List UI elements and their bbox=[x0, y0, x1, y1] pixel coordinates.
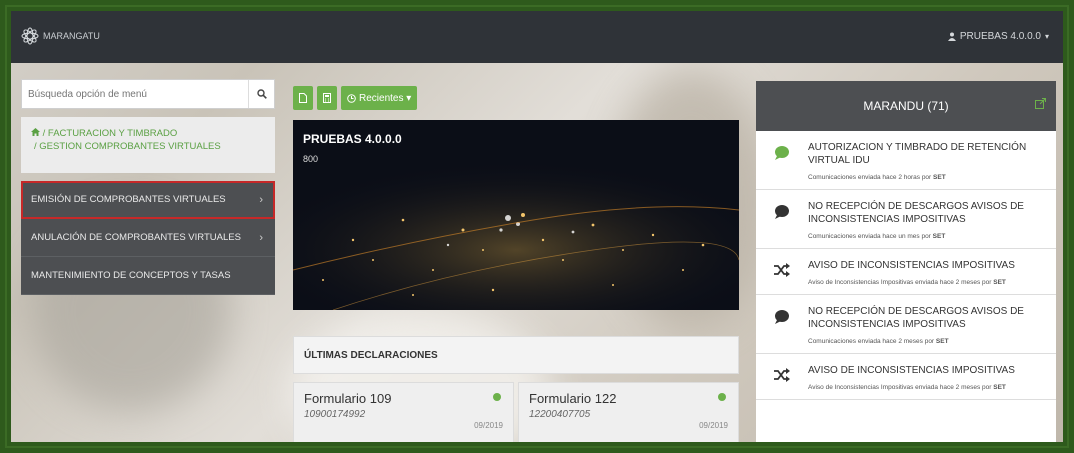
card-date: 09/2019 bbox=[699, 421, 728, 430]
notification-sender: SET bbox=[932, 233, 946, 240]
shuffle-icon bbox=[756, 249, 808, 294]
notification-title: AUTORIZACION Y TIMBRADO DE RETENCIÓN VIR… bbox=[808, 142, 1027, 166]
notification-item[interactable]: AVISO DE INCONSISTENCIAS IMPOSITIVAS Avi… bbox=[756, 249, 1056, 295]
menu-search bbox=[21, 79, 275, 109]
notification-meta: Aviso de Inconsistencias Impositivas env… bbox=[808, 279, 1050, 286]
notification-title: AVISO DE INCONSISTENCIAS IMPOSITIVAS bbox=[808, 260, 1015, 271]
menu-item-label: EMISIÓN DE COMPROBANTES VIRTUALES bbox=[31, 194, 226, 205]
city-lights-image bbox=[293, 120, 739, 310]
menu-item-emision[interactable]: EMISIÓN DE COMPROBANTES VIRTUALES › bbox=[21, 181, 275, 219]
notification-sender: SET bbox=[933, 174, 946, 181]
top-navbar: MARANGATU PRUEBAS 4.0.0.0 ▾ bbox=[11, 11, 1063, 63]
card-title: Formulario 122 bbox=[529, 391, 617, 406]
chat-bubble-icon bbox=[756, 295, 808, 353]
recientes-dropdown[interactable]: Recientes ▾ bbox=[341, 86, 418, 110]
notification-meta: Aviso de Inconsistencias Impositivas env… bbox=[808, 384, 1050, 391]
declaraciones-cards: Formulario 109 10900174992 09/2019 Formu… bbox=[293, 382, 739, 442]
breadcrumb-link-facturacion[interactable]: / FACTURACION Y TIMBRADO bbox=[43, 128, 178, 139]
file-icon bbox=[299, 93, 307, 103]
user-menu[interactable]: PRUEBAS 4.0.0.0 ▾ bbox=[947, 31, 1049, 42]
city-banner-image: PRUEBAS 4.0.0.0 800 bbox=[293, 120, 739, 310]
notification-sub: Comunicaciones enviada hace 2 meses por bbox=[808, 338, 935, 345]
banner-title: PRUEBAS 4.0.0.0 bbox=[303, 132, 402, 146]
card-number: 10900174992 bbox=[304, 409, 366, 420]
search-icon bbox=[256, 89, 267, 99]
search-button[interactable] bbox=[248, 80, 274, 108]
chevron-down-icon: ▾ bbox=[1044, 32, 1049, 41]
ultimas-declaraciones-header: ÚLTIMAS DECLARACIONES bbox=[293, 336, 739, 374]
notification-item[interactable]: AVISO DE INCONSISTENCIAS IMPOSITIVAS Avi… bbox=[756, 354, 1056, 400]
brand-logo-icon bbox=[21, 27, 39, 45]
toolbar: Recientes ▾ bbox=[293, 86, 739, 110]
clock-icon bbox=[347, 93, 356, 103]
notification-title: NO RECEPCIÓN DE DESCARGOS AVISOS DE INCO… bbox=[808, 201, 1024, 225]
banner-subtitle: 800 bbox=[303, 154, 319, 164]
chevron-right-icon: › bbox=[259, 193, 263, 206]
calculator-button[interactable] bbox=[317, 86, 337, 110]
marandu-title: MARANDU (71) bbox=[863, 99, 949, 113]
new-document-button[interactable] bbox=[293, 86, 313, 110]
menu-item-anulacion[interactable]: ANULACIÓN DE COMPROBANTES VIRTUALES › bbox=[21, 219, 275, 257]
card-title: Formulario 109 bbox=[304, 391, 392, 406]
notification-sub: Aviso de Inconsistencias Impositivas env… bbox=[808, 279, 992, 286]
notification-sub: Aviso de Inconsistencias Impositivas env… bbox=[808, 384, 992, 391]
breadcrumb-line-1: / FACTURACION Y TIMBRADO bbox=[31, 127, 265, 140]
marandu-panel: MARANDU (71) AUTORIZACION Y TIMBRADO DE … bbox=[756, 81, 1056, 442]
chevron-right-icon: › bbox=[259, 231, 263, 244]
marandu-header: MARANDU (71) bbox=[756, 81, 1056, 131]
menu-item-label: ANULACIÓN DE COMPROBANTES VIRTUALES bbox=[31, 232, 241, 243]
notification-sub: Comunicaciones enviada hace un mes por bbox=[808, 233, 931, 240]
notification-item[interactable]: NO RECEPCIÓN DE DESCARGOS AVISOS DE INCO… bbox=[756, 295, 1056, 354]
menu-item-label: MANTENIMIENTO DE CONCEPTOS Y TASAS bbox=[31, 270, 231, 281]
screen: MARANGATU PRUEBAS 4.0.0.0 ▾ / FACTURACIO… bbox=[11, 11, 1063, 442]
menu-item-mantenimiento[interactable]: MANTENIMIENTO DE CONCEPTOS Y TASAS bbox=[21, 257, 275, 295]
external-link-icon[interactable] bbox=[1035, 98, 1046, 112]
user-icon bbox=[947, 32, 956, 41]
declaracion-card[interactable]: Formulario 122 12200407705 09/2019 bbox=[518, 382, 739, 442]
app-frame: MARANGATU PRUEBAS 4.0.0.0 ▾ / FACTURACIO… bbox=[5, 5, 1069, 448]
brand-name: MARANGATU bbox=[43, 31, 100, 41]
recientes-label: Recientes ▾ bbox=[359, 92, 412, 104]
notification-sub: Comunicaciones enviada hace 2 horas por bbox=[808, 174, 932, 181]
calculator-icon bbox=[323, 93, 331, 103]
home-icon[interactable] bbox=[31, 127, 40, 140]
breadcrumb: / FACTURACION Y TIMBRADO / GESTION COMPR… bbox=[21, 117, 275, 173]
notification-meta: Comunicaciones enviada hace 2 meses por … bbox=[808, 338, 1050, 345]
card-number: 12200407705 bbox=[529, 409, 591, 420]
shuffle-icon bbox=[756, 354, 808, 399]
breadcrumb-link-gestion[interactable]: / GESTION COMPROBANTES VIRTUALES bbox=[31, 140, 265, 153]
chat-bubble-green-icon bbox=[756, 131, 808, 189]
main-panel: Recientes ▾ PRUEBAS 4.0.0.0 800 ÚLTIMAS … bbox=[293, 86, 739, 442]
notification-meta: Comunicaciones enviada hace un mes por S… bbox=[808, 233, 1050, 240]
notification-item[interactable]: NO RECEPCIÓN DE DESCARGOS AVISOS DE INCO… bbox=[756, 190, 1056, 249]
side-menu: EMISIÓN DE COMPROBANTES VIRTUALES › ANUL… bbox=[21, 181, 275, 295]
chat-bubble-icon bbox=[756, 190, 808, 248]
notification-sender: SET bbox=[993, 279, 1006, 286]
notification-sender: SET bbox=[993, 384, 1006, 391]
eye-icon[interactable] bbox=[493, 393, 501, 401]
brand[interactable]: MARANGATU bbox=[21, 27, 100, 45]
card-date: 09/2019 bbox=[474, 421, 503, 430]
user-label: PRUEBAS 4.0.0.0 bbox=[959, 31, 1041, 42]
notification-item[interactable]: AUTORIZACION Y TIMBRADO DE RETENCIÓN VIR… bbox=[756, 131, 1056, 190]
search-input[interactable] bbox=[22, 80, 248, 108]
notification-title: NO RECEPCIÓN DE DESCARGOS AVISOS DE INCO… bbox=[808, 306, 1024, 330]
notification-title: AVISO DE INCONSISTENCIAS IMPOSITIVAS bbox=[808, 365, 1015, 376]
declaracion-card[interactable]: Formulario 109 10900174992 09/2019 bbox=[293, 382, 514, 442]
notification-sender: SET bbox=[935, 338, 949, 345]
notification-meta: Comunicaciones enviada hace 2 horas por … bbox=[808, 174, 1050, 181]
eye-icon[interactable] bbox=[718, 393, 726, 401]
left-panel: / FACTURACION Y TIMBRADO / GESTION COMPR… bbox=[21, 79, 275, 295]
